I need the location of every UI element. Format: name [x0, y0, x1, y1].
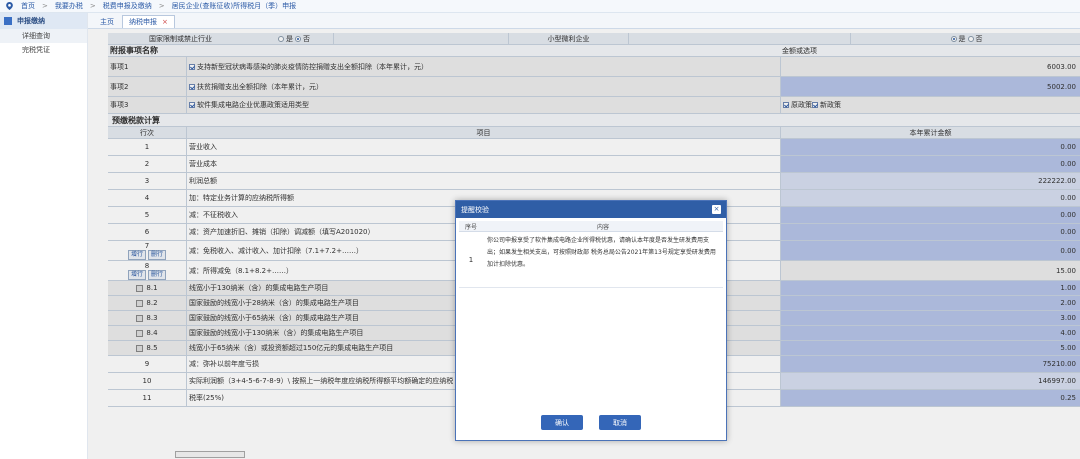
- tab-declare[interactable]: 纳税申报 ×: [122, 15, 175, 28]
- dialog-titlebar: 提醒校验 ×: [456, 201, 726, 218]
- sidebar-header[interactable]: 申报缴纳: [0, 13, 87, 29]
- tab-label: 纳税申报: [129, 18, 157, 26]
- dialog-content: 序号 内容 1 你公司申报享受了软件集成电路企业所得税优惠，请确认本年度是否发生…: [456, 218, 726, 288]
- breadcrumb-tax[interactable]: 我要办税: [55, 1, 83, 11]
- tab-home[interactable]: 主页: [94, 15, 120, 28]
- breadcrumb-separator: >: [158, 2, 165, 10]
- sidebar-item-certificate[interactable]: 完税凭证: [0, 43, 87, 57]
- sidebar-item-query[interactable]: 详细查询: [0, 29, 87, 43]
- breadcrumb-separator: >: [89, 2, 96, 10]
- confirm-button[interactable]: 确认: [541, 415, 583, 430]
- cancel-button[interactable]: 取消: [599, 415, 641, 430]
- content-header: 内容: [596, 223, 609, 231]
- dialog-table-header: 序号 内容: [459, 221, 723, 232]
- close-icon[interactable]: ×: [712, 205, 721, 214]
- sidebar-title: 申报缴纳: [17, 17, 45, 25]
- tab-label: 主页: [100, 17, 114, 26]
- seq-cell: 1: [468, 255, 474, 264]
- breadcrumb-separator: >: [42, 2, 48, 10]
- sidebar: 申报缴纳 详细查询 完税凭证: [0, 13, 88, 459]
- location-pin-icon: [6, 2, 13, 10]
- breadcrumb-home[interactable]: 首页: [21, 1, 35, 11]
- close-tab-icon[interactable]: ×: [162, 18, 168, 26]
- dialog-title: 提醒校验: [461, 205, 489, 214]
- content-cell: 你公司申报享受了软件集成电路企业所得税优惠，请确认本年度是否发生研发费用支出；如…: [487, 237, 716, 268]
- reminder-dialog: 提醒校验 × 序号 内容 1 你公司申报享受了软件集成电路企业所得税优惠，请确认…: [455, 200, 727, 441]
- sidebar-item-label: 详细查询: [22, 32, 50, 40]
- dialog-buttons: 确认 取消: [456, 415, 726, 430]
- tab-bar: 主页 纳税申报 ×: [88, 13, 1080, 29]
- breadcrumb-current: 居民企业(查账征收)所得税月（季）申报: [171, 2, 297, 10]
- dialog-table-row: 1 你公司申报享受了软件集成电路企业所得税优惠，请确认本年度是否发生研发费用支出…: [459, 232, 723, 288]
- menu-icon: [4, 17, 12, 25]
- seq-header: 序号: [464, 223, 477, 231]
- breadcrumb: 首页 > 我要办税 > 税费申报及缴纳 > 居民企业(查账征收)所得税月（季）申…: [0, 0, 1080, 13]
- sidebar-item-label: 完税凭证: [22, 46, 50, 54]
- breadcrumb-declare[interactable]: 税费申报及缴纳: [103, 1, 152, 11]
